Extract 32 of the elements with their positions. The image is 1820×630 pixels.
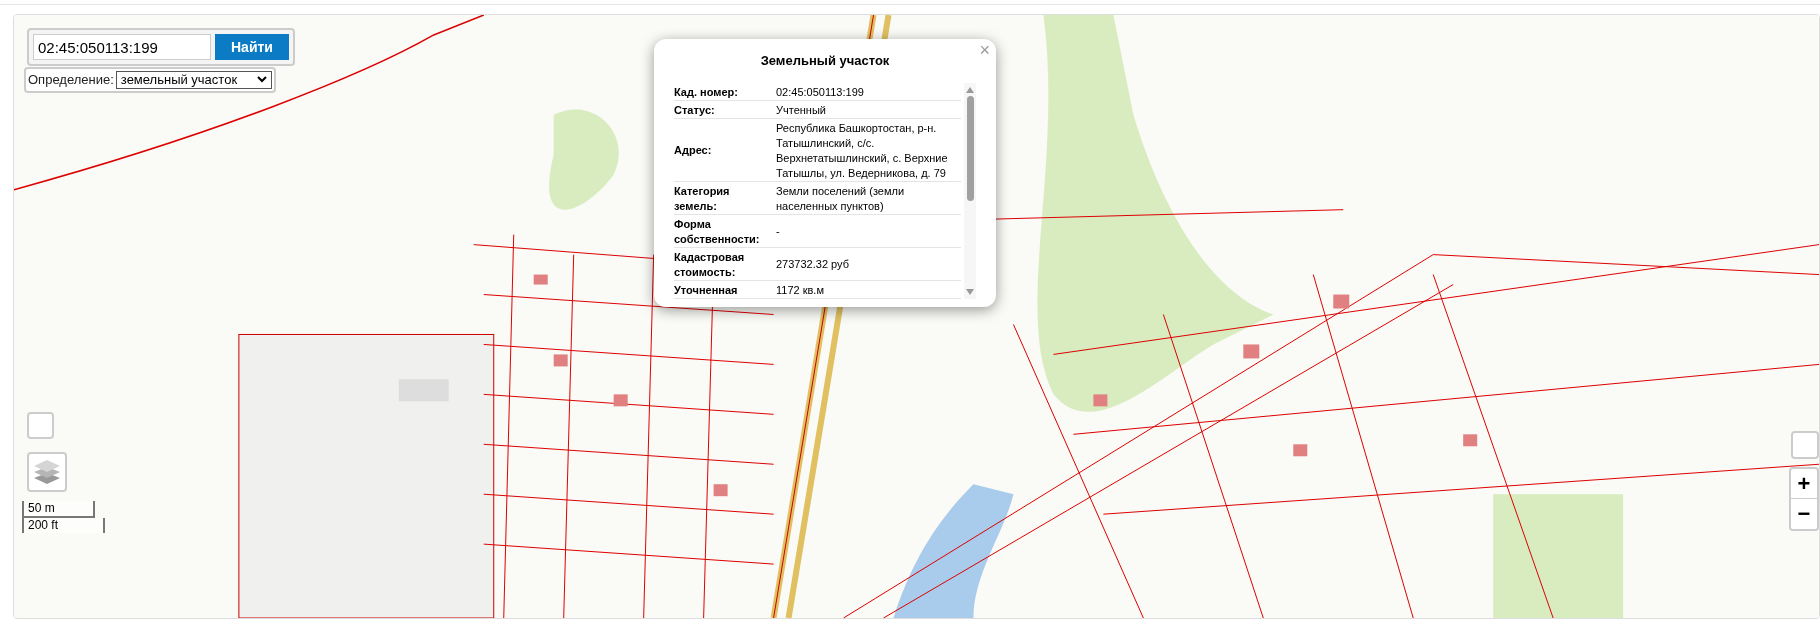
arrow-down-icon bbox=[966, 288, 974, 295]
field-label: Кадастровая стоимость: bbox=[674, 250, 745, 278]
field-value: 1172 кв.м bbox=[776, 283, 824, 296]
field-label: Кад. номер: bbox=[674, 85, 738, 98]
scrollbar-thumb[interactable] bbox=[966, 95, 974, 201]
zoom-in-button[interactable]: + bbox=[1791, 469, 1817, 499]
arrow-up-icon bbox=[966, 86, 974, 93]
layers-button[interactable] bbox=[27, 452, 67, 492]
field-value: 273732.32 руб bbox=[776, 258, 849, 270]
definition-label: Определение: bbox=[28, 71, 114, 89]
popup-title: Земельный участок bbox=[759, 52, 891, 70]
field-label: Форма собственности: bbox=[674, 217, 760, 245]
field-label: Статус: bbox=[674, 103, 715, 116]
field-value: - bbox=[776, 225, 780, 237]
map-control[interactable] bbox=[27, 412, 54, 439]
field-label: Уточненная bbox=[674, 283, 738, 296]
definition-select[interactable]: земельный участок bbox=[115, 70, 272, 89]
scale-bar: 50 m bbox=[22, 501, 95, 518]
field-value: Земли поселений (земли населенных пунктов) bbox=[776, 184, 905, 212]
layers-icon bbox=[33, 459, 61, 485]
field-value: Республика Башкортостан, р-н. Татышлинский, с/с. Верхнетатышлинский, с. Верхние Татышлы, ул. Ведерникова, д. 79 bbox=[776, 121, 948, 179]
map-control[interactable] bbox=[1791, 431, 1819, 459]
scale-bar: 200 ft bbox=[22, 518, 105, 533]
zoom-out-button[interactable]: − bbox=[1791, 499, 1817, 529]
field-label: Адрес: bbox=[674, 144, 712, 156]
search-button[interactable]: Найти bbox=[215, 34, 289, 60]
field-value: Учтенный bbox=[776, 103, 826, 116]
field-value: 02:45:050113:199 bbox=[776, 85, 864, 98]
search-field[interactable]: 02:45:050113:199 bbox=[33, 34, 211, 60]
chevron-down-icon bbox=[256, 76, 267, 84]
field-label: Категория земель: bbox=[674, 184, 730, 212]
scrollbar[interactable] bbox=[964, 82, 976, 299]
